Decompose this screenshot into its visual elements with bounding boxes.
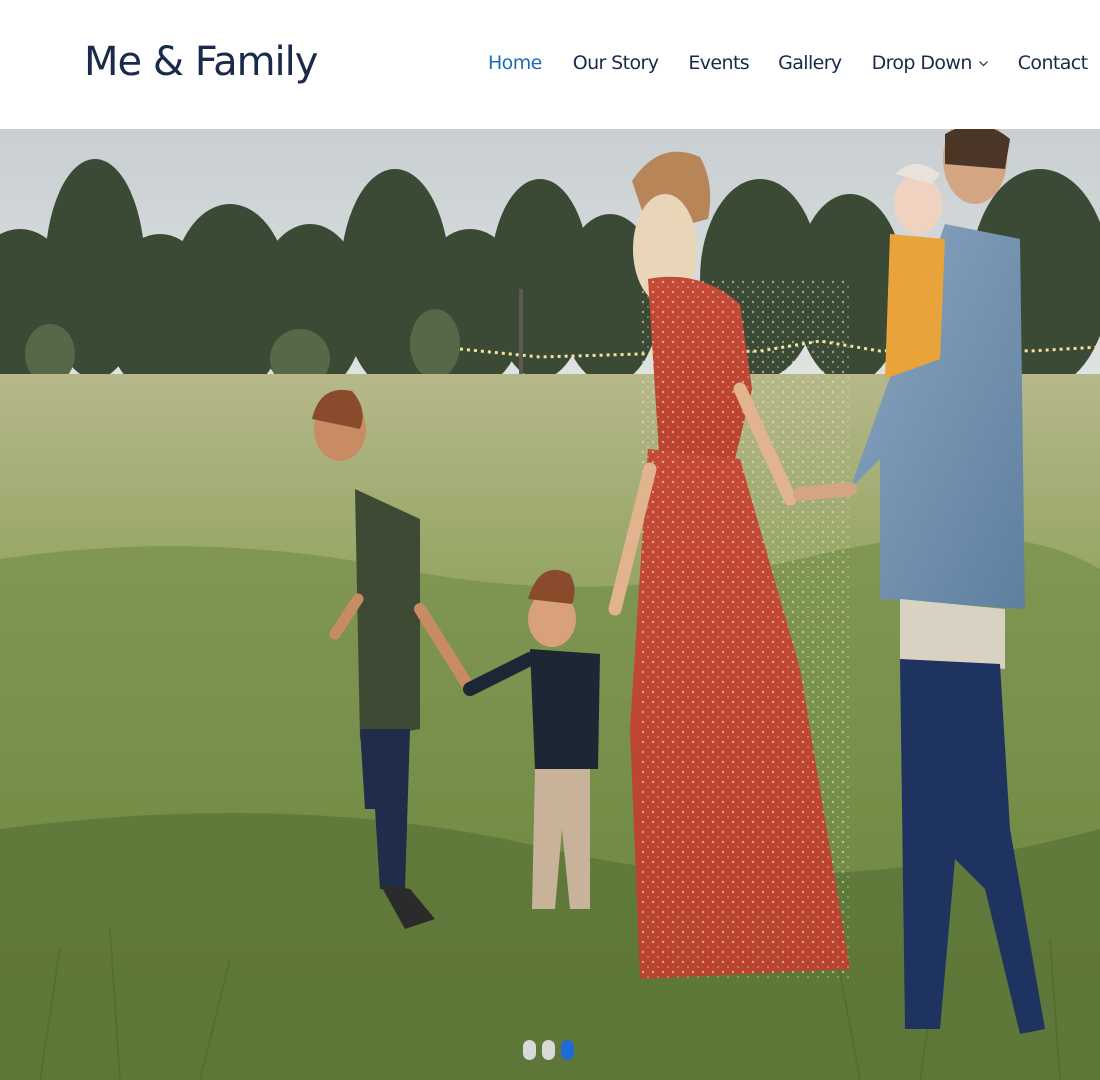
slider-dot-3[interactable] <box>561 1040 574 1060</box>
slider-dot-1[interactable] <box>523 1040 536 1060</box>
nav-item-drop-down-label: Drop Down <box>871 52 973 74</box>
chevron-down-icon <box>978 60 988 66</box>
nav-item-home[interactable]: Home <box>488 52 542 74</box>
nav-item-events[interactable]: Events <box>688 52 749 74</box>
site-header: Me & Family Home Our Story Events Galler… <box>0 0 1100 129</box>
site-logo[interactable]: Me & Family <box>84 36 318 88</box>
nav-item-drop-down[interactable]: Drop Down <box>872 52 989 74</box>
hero-slider <box>0 129 1100 1080</box>
nav-item-contact[interactable]: Contact <box>1018 52 1088 74</box>
slider-dot-2[interactable] <box>542 1040 555 1060</box>
slider-dots <box>523 1040 580 1060</box>
main-nav: Home Our Story Events Gallery Drop Down … <box>488 46 1088 80</box>
nav-item-our-story[interactable]: Our Story <box>573 52 659 74</box>
hero-image <box>0 129 1100 1080</box>
nav-item-gallery[interactable]: Gallery <box>778 52 842 74</box>
